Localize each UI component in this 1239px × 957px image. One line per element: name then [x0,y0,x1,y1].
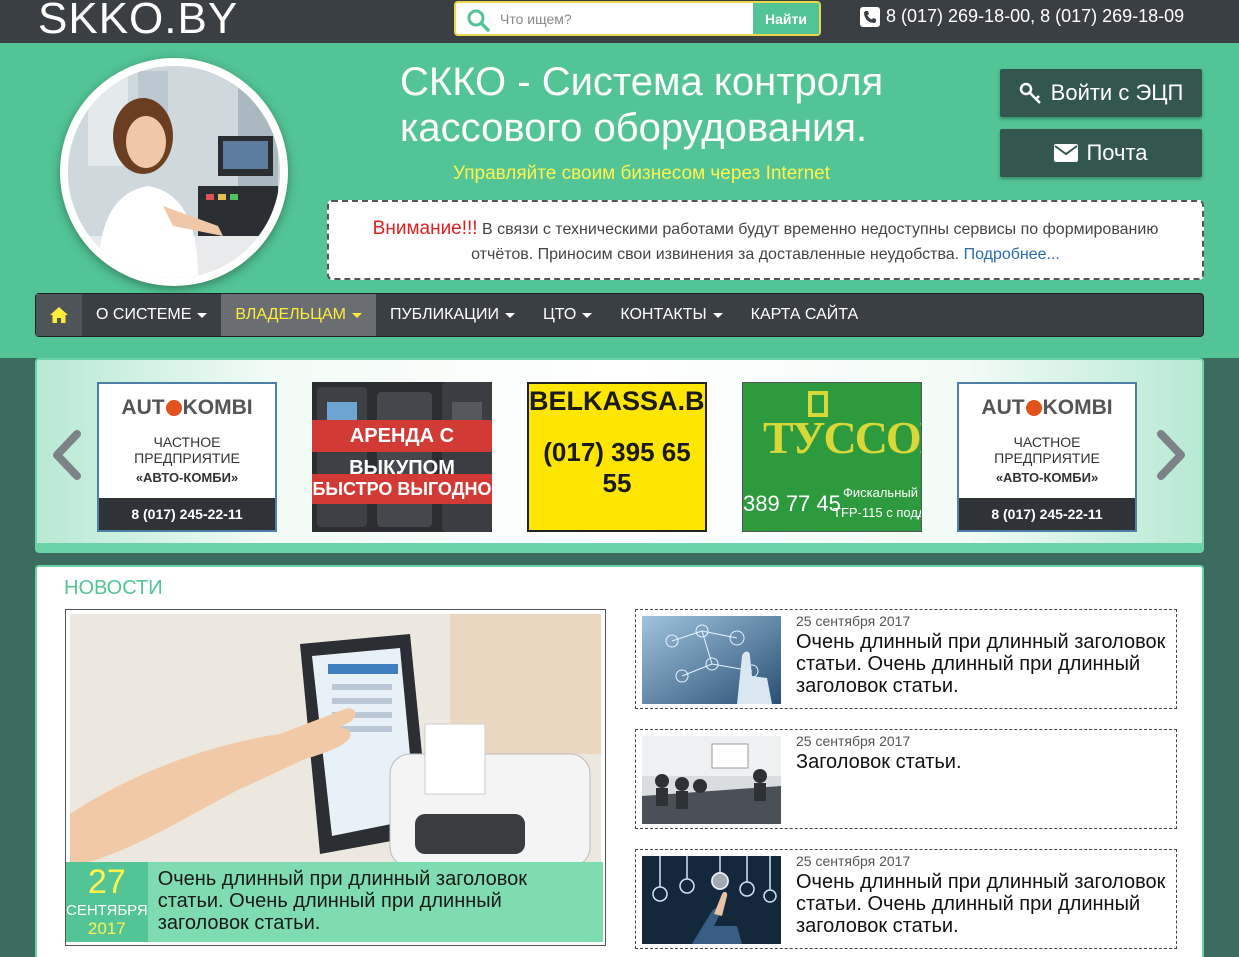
news-item-image [642,736,781,824]
arenda-line2: БЫСТРО ВЫГОДНО [312,474,492,504]
chevron-down-icon [582,312,593,318]
nav-publications-label: ПУБЛИКАЦИИ [389,306,499,323]
main-nav: О СИСТЕМЕ ВЛАДЕЛЬЦАМ ПУБЛИКАЦИИ ЦТО КОНТ… [35,293,1204,337]
autokombi-line1: ЧАСТНОЕ ПРЕДПРИЯТИЕ [994,434,1100,466]
news-item-title[interactable]: Очень длинный при длинный заголовок стат… [796,631,1166,697]
autokombi-logo-a: AUT [121,396,165,419]
tusson-line2: TFP-115 с подд [833,505,922,520]
chevron-down-icon [351,312,362,318]
nav-owners[interactable]: ВЛАДЕЛЬЦАМ [221,294,376,336]
cashier-photo [68,66,280,278]
news-item-date: 25 сентября 2017 [796,733,911,749]
autokombi-phone: 8 (017) 245-22-11 [99,498,275,530]
autokombi-logo: AUT KOMBI [959,396,1135,420]
maintenance-notice: Внимание!!! В связи с техническими работ… [327,200,1204,280]
login-ecp-label: Войти с ЭЦП [1050,80,1184,105]
chevron-down-icon [504,312,515,318]
news-item[interactable]: 25 сентября 2017 Очень длинный при длинн… [635,609,1177,709]
nav-about-label: О СИСТЕМЕ [96,306,192,323]
site-title-line1: СККО - Система контроля [400,60,884,104]
news-item-title[interactable]: Очень длинный при длинный заголовок стат… [796,871,1166,937]
site-title: СККО - Система контроля кассового оборуд… [400,59,920,151]
nav-home[interactable] [36,294,82,336]
tusson-info: 389 77 45 Фискальный TFP-115 с подд [743,479,922,531]
autokombi-phone: 8 (017) 245-22-11 [959,498,1135,530]
home-icon [50,307,68,323]
chevron-right-icon[interactable] [1155,430,1189,480]
main-news-month: СЕНТЯБРЯ [66,902,148,919]
main-news-card[interactable]: 27 СЕНТЯБРЯ 2017 Очень длинный при длинн… [65,609,606,946]
tusson-line1: Фискальный [843,485,918,500]
phone-numbers: 8 (017) 269-18-00, 8 (017) 269-18-09 [886,6,1185,26]
nav-cto-label: ЦТО [542,306,577,323]
header-avatar [60,58,288,286]
autokombi-logo-b: KOMBI [1042,396,1113,419]
search-button[interactable]: Найти [753,3,819,34]
main-news-image [70,614,601,867]
nav-publications[interactable]: ПУБЛИКАЦИИ [376,294,529,336]
main-news-caption: 27 СЕНТЯБРЯ 2017 Очень длинный при длинн… [66,862,603,942]
news-item-image [642,616,781,704]
partner-carousel: AUT KOMBI ЧАСТНОЕ ПРЕДПРИЯТИЕ «АВТО-КОМБИ… [35,358,1204,553]
site-title-line2: кассового оборудования. [400,106,868,150]
news-item-date: 25 сентября 2017 [796,853,911,869]
nav-sitemap-label: КАРТА САЙТА [750,306,859,323]
news-item-title[interactable]: Заголовок статьи. [796,751,1166,773]
notice-warning: Внимание!!! [372,218,478,239]
chevron-down-icon [197,312,208,318]
key-icon [1019,82,1041,104]
site-logo[interactable]: SKKO.BY [38,0,238,44]
news-section: НОВОСТИ 27 СЕНТЯБРЯ 2017 Очень длинный п… [35,565,1204,957]
banner-arenda[interactable]: АРЕНДА С ВЫКУПОМ БЫСТРО ВЫГОДНО [312,382,492,532]
header: СККО - Система контроля кассового оборуд… [0,43,1239,358]
nav-contacts[interactable]: КОНТАКТЫ [606,294,736,336]
news-heading: НОВОСТИ [64,577,163,599]
belkassa-name: BELKASSA.BY [529,386,707,416]
mail-label: Почта [1086,140,1148,165]
news-item[interactable]: 25 сентября 2017 Заголовок статьи. [635,729,1177,829]
tusson-phone: 389 77 45 [743,491,841,516]
notice-more-link[interactable]: Подробнее... [964,246,1060,263]
search-icon [467,9,490,32]
main-news-year: 2017 [87,919,126,938]
tusson-name: ТУССОН [763,412,921,463]
news-item[interactable]: 25 сентября 2017 Очень длинный при длинн… [635,849,1177,949]
login-ecp-button[interactable]: Войти с ЭЦП [1000,69,1202,117]
nav-cto[interactable]: ЦТО [529,294,606,336]
phone-block: 8 (017) 269-18-00, 8 (017) 269-18-09 [860,6,1184,27]
autokombi-line2: «АВТО-КОМБИ» [135,470,239,485]
search-input[interactable] [500,5,750,32]
autokombi-line1: ЧАСТНОЕ ПРЕДПРИЯТИЕ [134,434,240,466]
autokombi-logo-mark [1025,400,1042,417]
autokombi-logo-mark [165,400,182,417]
search-form: Найти [454,1,821,36]
envelope-icon [1054,144,1079,162]
nav-about[interactable]: О СИСТЕМЕ [82,294,221,336]
nav-sitemap[interactable]: КАРТА САЙТА [737,294,873,336]
banner-autokombi[interactable]: AUT KOMBI ЧАСТНОЕ ПРЕДПРИЯТИЕ «АВТО-КОМБИ… [97,382,277,532]
slogan: Управляйте своим бизнесом через Internet [453,163,831,184]
autokombi-logo-b: KOMBI [182,396,253,419]
phone-icon [860,6,880,27]
nav-contacts-label: КОНТАКТЫ [620,306,707,323]
nav-owners-label: ВЛАДЕЛЬЦАМ [235,306,346,323]
news-item-date: 25 сентября 2017 [796,613,911,629]
main-news-date: 27 СЕНТЯБРЯ 2017 [66,862,148,942]
mail-button[interactable]: Почта [1000,129,1202,177]
main-news-title[interactable]: Очень длинный при длинный заголовок стат… [148,862,603,942]
main-news-day: 27 [87,863,126,901]
top-bar: SKKO.BY Найти 8 (017) 269-18-00, 8 (017)… [0,0,1239,43]
autokombi-logo: AUT KOMBI [99,396,275,420]
chevron-down-icon [712,312,723,318]
belkassa-phone: (017) 395 65 55 [543,437,691,498]
banner-belkassa[interactable]: BELKASSA.BY (017) 395 65 55 [527,382,707,532]
chevron-left-icon[interactable] [49,430,83,480]
carousel-bottom-bar [37,543,1202,551]
arenda-line1: АРЕНДА С ВЫКУПОМ [312,420,492,479]
news-item-image [642,856,781,944]
banner-tusson[interactable]: ТУССОН 389 77 45 Фискальный TFP-115 с по… [742,382,922,532]
autokombi-line2: «АВТО-КОМБИ» [995,470,1099,485]
autokombi-logo-a: AUT [981,396,1025,419]
banner-autokombi-2[interactable]: AUT KOMBI ЧАСТНОЕ ПРЕДПРИЯТИЕ «АВТО-КОМБИ… [957,382,1137,532]
